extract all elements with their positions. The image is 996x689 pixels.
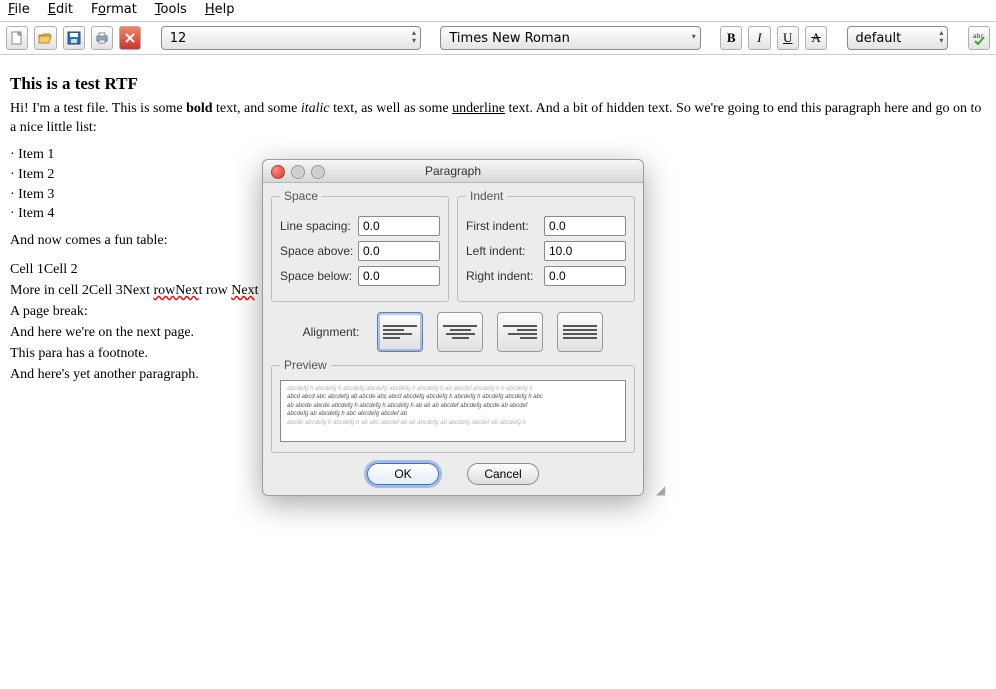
print-button[interactable] — [91, 26, 113, 50]
new-doc-icon — [10, 31, 24, 45]
style-value: default — [856, 31, 902, 46]
indent-group: Indent First indent: Left indent: Right … — [457, 189, 635, 302]
align-justify-button[interactable] — [557, 312, 603, 352]
close-x-icon — [123, 31, 137, 45]
close-doc-button[interactable] — [119, 26, 141, 50]
ok-button[interactable]: OK — [367, 463, 439, 485]
toolbar: 12 ▴▾ Times New Roman ▾ B I U A default … — [0, 22, 996, 55]
resize-grip-icon[interactable]: ◢ — [656, 483, 668, 495]
space-below-label: Space below: — [280, 269, 352, 283]
style-combo[interactable]: default ▴▾ — [847, 26, 949, 50]
preview-box: abcdefg h abcdefg h abcdefg abcdefg abcd… — [280, 380, 626, 442]
doc-heading: This is a test RTF — [10, 73, 986, 96]
preview-group: Preview abcdefg h abcdefg h abcdefg abcd… — [271, 358, 635, 453]
chevron-down-icon: ▾ — [692, 33, 696, 41]
window-zoom-button — [311, 165, 325, 179]
space-above-input[interactable] — [358, 241, 440, 261]
font-family-combo[interactable]: Times New Roman ▾ — [440, 26, 700, 50]
underline-button[interactable]: U — [777, 26, 799, 50]
menu-tools[interactable]: Tools — [155, 2, 187, 17]
printer-icon — [95, 31, 109, 45]
menu-bar: File Edit Format Tools Help — [0, 0, 996, 22]
font-size-combo[interactable]: 12 ▴▾ — [161, 26, 421, 50]
menu-file[interactable]: File — [8, 2, 30, 17]
open-button[interactable] — [34, 26, 56, 50]
first-indent-input[interactable] — [544, 216, 626, 236]
align-right-button[interactable] — [497, 312, 543, 352]
paragraph-dialog: Paragraph Space Line spacing: Space abov… — [262, 159, 644, 496]
dialog-titlebar[interactable]: Paragraph — [263, 160, 643, 183]
spellcheck-icon: abc — [972, 31, 986, 45]
menu-edit[interactable]: Edit — [48, 2, 73, 17]
space-group: Space Line spacing: Space above: Space b… — [271, 189, 449, 302]
new-doc-button[interactable] — [6, 26, 28, 50]
line-spacing-input[interactable] — [358, 216, 440, 236]
strike-button[interactable]: A — [805, 26, 827, 50]
font-size-value: 12 — [170, 31, 187, 46]
menu-format[interactable]: Format — [91, 2, 137, 17]
align-left-button[interactable] — [377, 312, 423, 352]
doc-intro: Hi! I'm a test file. This is some bold t… — [10, 100, 986, 138]
alignment-row: Alignment: — [271, 312, 635, 352]
space-legend: Space — [280, 189, 322, 203]
align-center-button[interactable] — [437, 312, 483, 352]
spellcheck-button[interactable]: abc — [968, 26, 990, 50]
chevron-updown-icon: ▴▾ — [412, 29, 416, 45]
first-indent-label: First indent: — [466, 219, 529, 233]
chevron-updown-icon: ▴▾ — [939, 29, 943, 45]
menu-help[interactable]: Help — [205, 2, 235, 17]
bold-button[interactable]: B — [720, 26, 742, 50]
indent-legend: Indent — [466, 189, 507, 203]
space-below-input[interactable] — [358, 266, 440, 286]
preview-legend: Preview — [280, 358, 331, 372]
folder-open-icon — [38, 31, 52, 45]
left-indent-label: Left indent: — [466, 244, 525, 258]
save-button[interactable] — [63, 26, 85, 50]
line-spacing-label: Line spacing: — [280, 219, 351, 233]
window-close-button[interactable] — [271, 165, 285, 179]
right-indent-label: Right indent: — [466, 269, 533, 283]
alignment-label: Alignment: — [303, 325, 360, 339]
left-indent-input[interactable] — [544, 241, 626, 261]
window-minimize-button — [291, 165, 305, 179]
cancel-button[interactable]: Cancel — [467, 463, 539, 485]
space-above-label: Space above: — [280, 244, 353, 258]
right-indent-input[interactable] — [544, 266, 626, 286]
italic-button[interactable]: I — [748, 26, 770, 50]
floppy-icon — [67, 31, 81, 45]
font-family-value: Times New Roman — [449, 31, 569, 46]
